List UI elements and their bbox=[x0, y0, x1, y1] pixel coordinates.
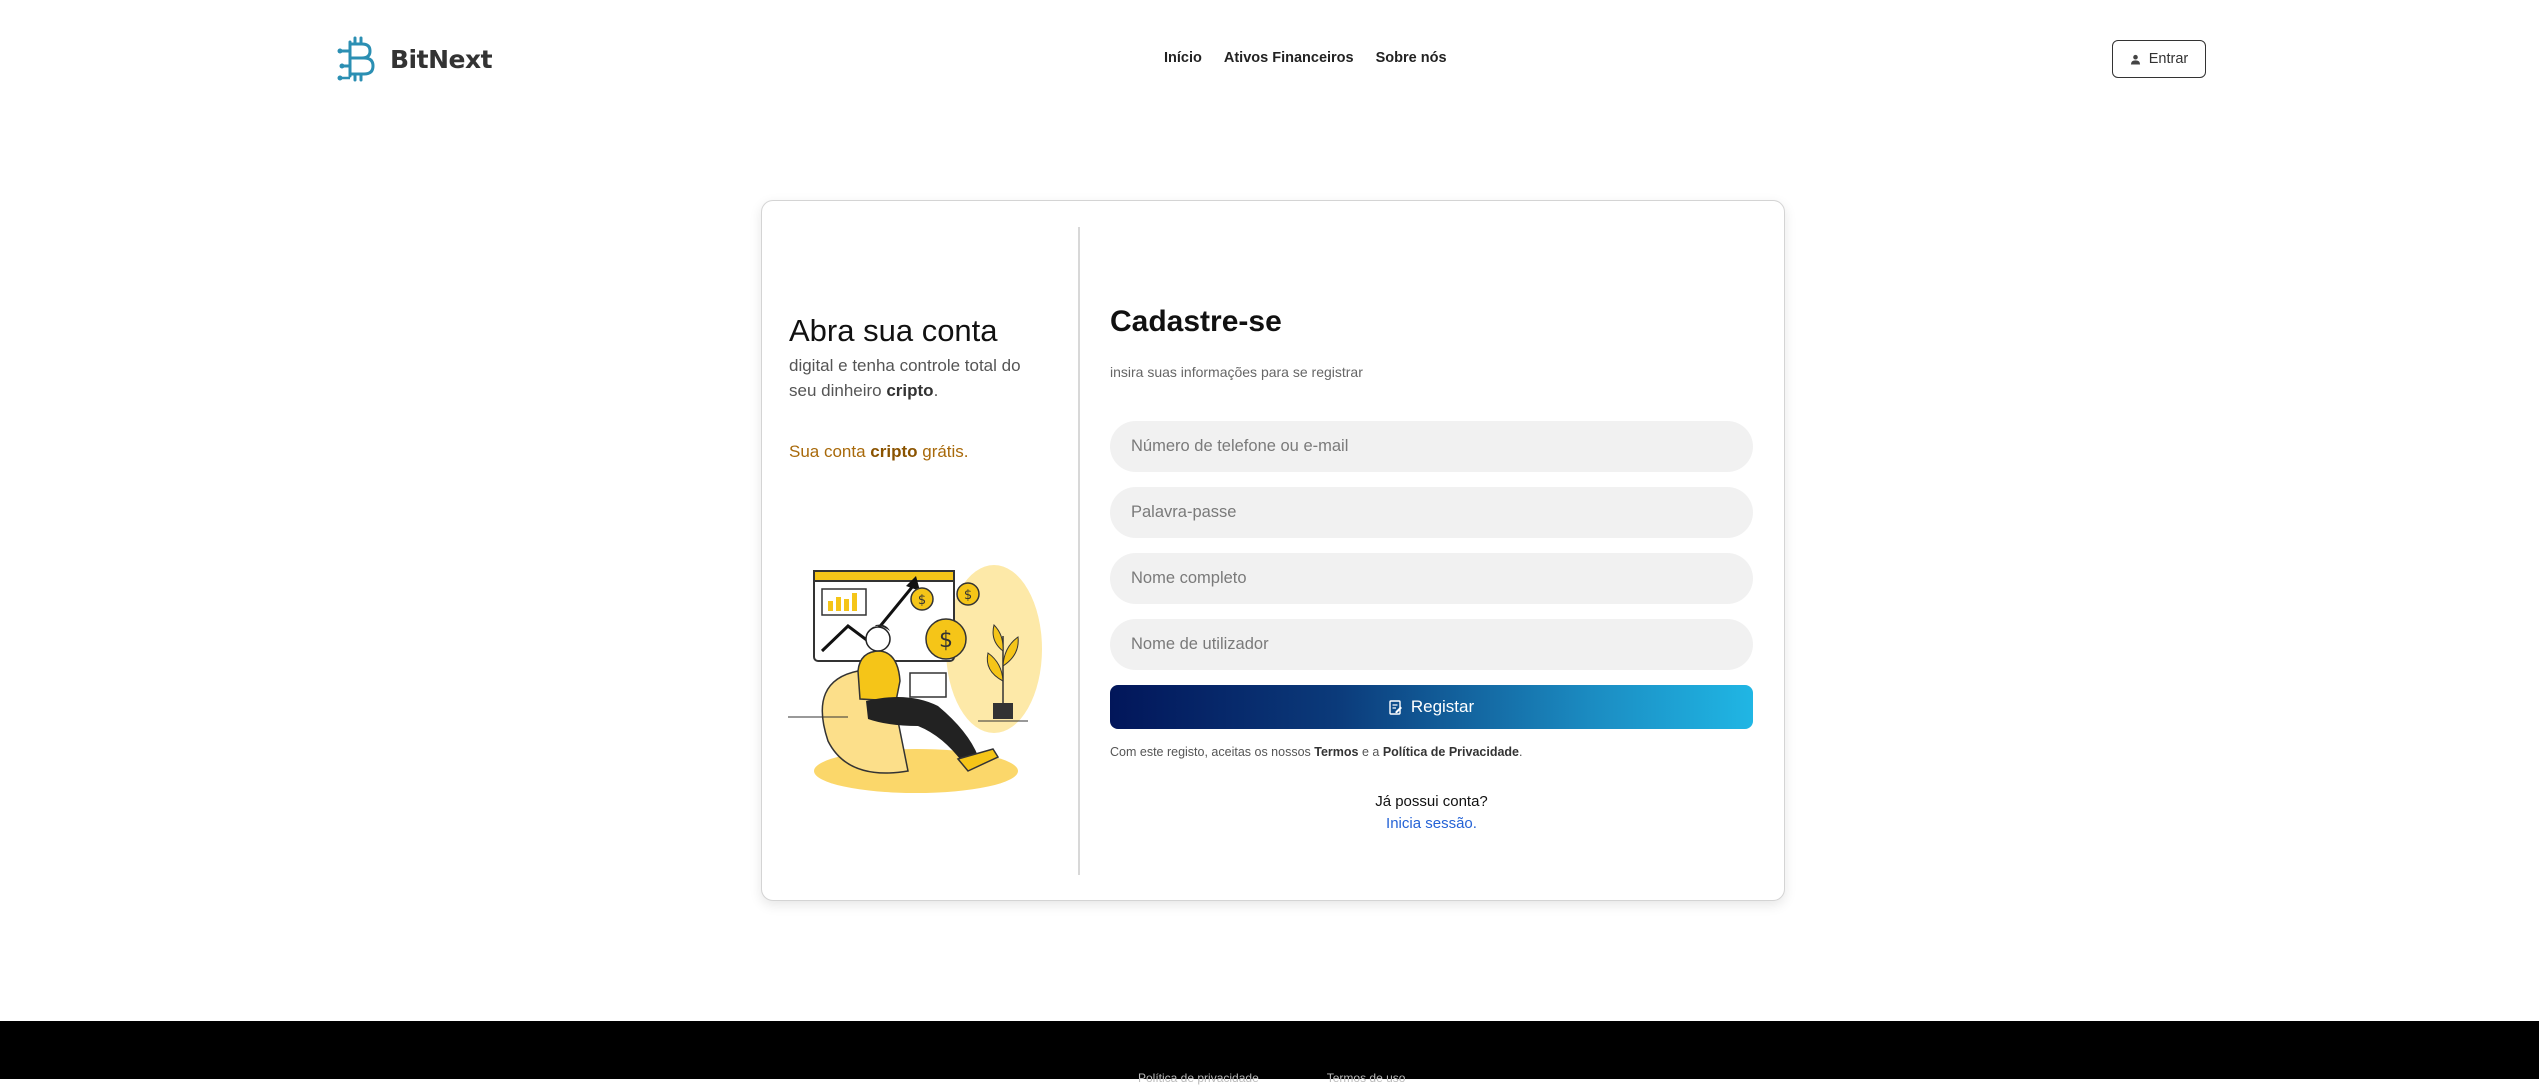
promo-free-bold: cripto bbox=[870, 442, 918, 461]
main-nav: Início Ativos Financeiros Sobre nós bbox=[1164, 50, 1447, 66]
login-button[interactable]: Entrar bbox=[2112, 40, 2206, 78]
form-title: Cadastre-se bbox=[1110, 305, 1282, 338]
svg-text:$: $ bbox=[964, 588, 972, 603]
signup-card: Abra sua conta digital e tenha controle … bbox=[761, 200, 1785, 901]
site-header: BitNext Início Ativos Financeiros Sobre … bbox=[0, 0, 2539, 120]
register-button[interactable]: Registar bbox=[1110, 685, 1753, 729]
promo-title: Abra sua conta bbox=[789, 313, 998, 348]
form-subtitle: insira suas informações para se registra… bbox=[1110, 364, 1363, 380]
crypto-investor-illustration: $ $ $ bbox=[788, 565, 1042, 793]
footer-link-terms[interactable]: Termos de uso bbox=[1327, 1071, 1406, 1085]
bitcoin-logo-icon bbox=[337, 36, 375, 82]
terms-suffix: . bbox=[1519, 745, 1523, 759]
card-divider bbox=[1078, 227, 1080, 875]
nav-link-inicio[interactable]: Início bbox=[1164, 50, 1202, 66]
terms-notice: Com este registo, aceitas os nossos Term… bbox=[1110, 745, 1522, 759]
nav-link-sobre-nos[interactable]: Sobre nós bbox=[1376, 50, 1447, 66]
promo-description: digital e tenha controle total do seu di… bbox=[789, 353, 1039, 403]
login-button-label: Entrar bbox=[2148, 51, 2189, 67]
terms-prefix: Com este registo, aceitas os nossos bbox=[1110, 745, 1315, 759]
terms-mid: e a bbox=[1358, 745, 1383, 759]
privacy-policy-link[interactable]: Política de Privacidade bbox=[1383, 745, 1519, 759]
svg-text:$: $ bbox=[918, 593, 926, 608]
brand-logo[interactable]: BitNext bbox=[336, 36, 493, 82]
password-input[interactable] bbox=[1110, 487, 1753, 538]
user-icon bbox=[2130, 54, 2140, 65]
register-button-label: Registar bbox=[1410, 697, 1475, 716]
phone-or-email-input[interactable] bbox=[1110, 421, 1753, 472]
svg-text:$: $ bbox=[939, 628, 953, 653]
promo-free-account: Sua conta cripto grátis. bbox=[789, 442, 969, 462]
promo-free-prefix: Sua conta bbox=[789, 442, 871, 461]
footer-link-privacy[interactable]: Política de privacidade bbox=[1138, 1071, 1259, 1085]
promo-desc-bold: cripto bbox=[886, 381, 934, 400]
signin-link[interactable]: Inicia sessão. bbox=[1110, 815, 1753, 832]
username-input[interactable] bbox=[1110, 619, 1753, 670]
site-footer: Política de privacidade Termos de uso bbox=[0, 1021, 2539, 1085]
promo-desc-suffix: . bbox=[933, 381, 939, 400]
promo-free-suffix: grátis. bbox=[917, 442, 969, 461]
full-name-input[interactable] bbox=[1110, 553, 1753, 604]
nav-link-ativos-financeiros[interactable]: Ativos Financeiros bbox=[1224, 50, 1354, 66]
already-have-account-text: Já possui conta? bbox=[1375, 793, 1488, 810]
footer-links: Política de privacidade Termos de uso bbox=[1138, 1071, 1405, 1085]
terms-link[interactable]: Termos bbox=[1314, 745, 1358, 759]
brand-name: BitNext bbox=[390, 44, 493, 74]
register-icon bbox=[1389, 699, 1402, 715]
